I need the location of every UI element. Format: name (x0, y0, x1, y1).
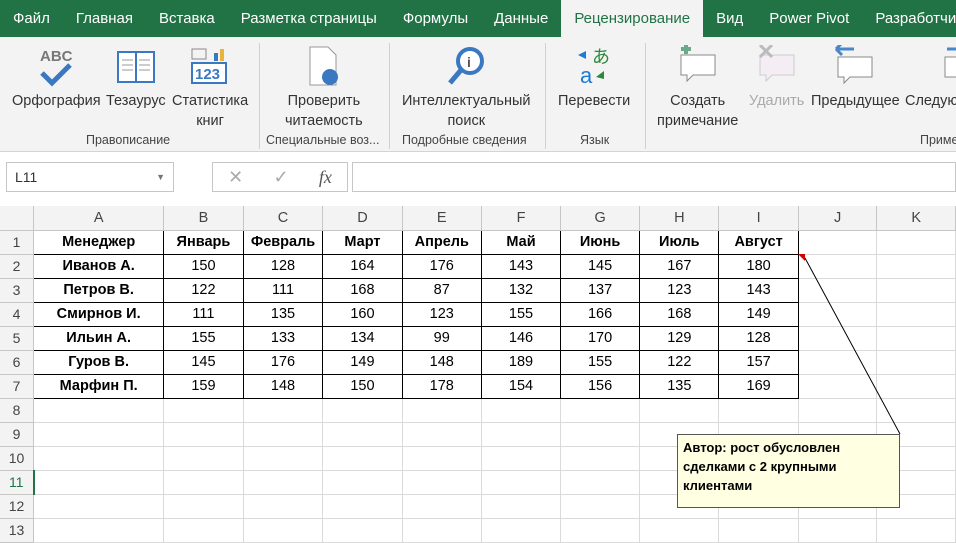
comment-indicator-icon (798, 254, 805, 261)
cell-comment[interactable]: Автор: рост обусловлен сделками с 2 круп… (677, 434, 900, 508)
